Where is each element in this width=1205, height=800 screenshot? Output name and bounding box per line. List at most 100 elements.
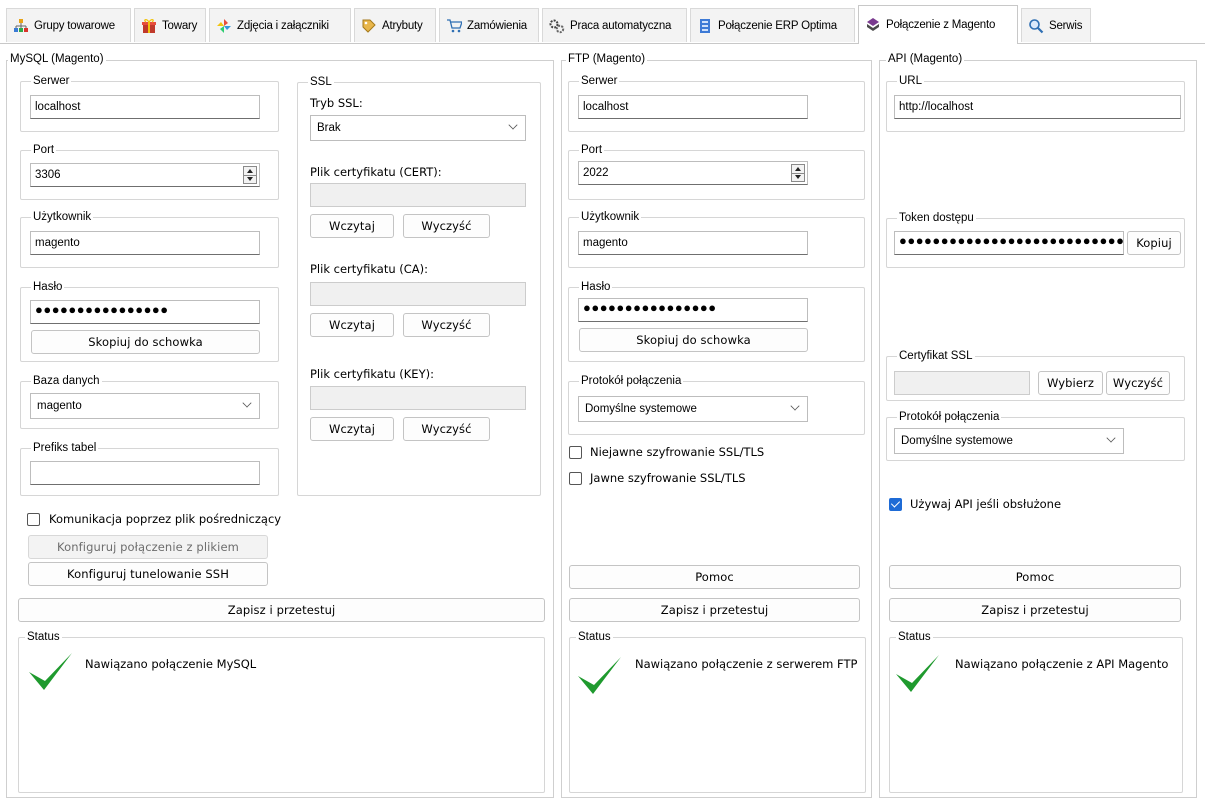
api-token-input[interactable]: ●●●●●●●●●●●●●●●●●●●●●●●●●●● <box>894 231 1124 255</box>
ssl-key-label: Plik certyfikatu (KEY): <box>310 367 434 381</box>
tab-polaczenie-magento[interactable]: Połączenie z Magento <box>858 5 1018 44</box>
select-value: Brak <box>317 122 341 134</box>
group-title: Status <box>576 630 613 644</box>
pinwheel-icon <box>216 18 232 34</box>
ssl-key-clear-button[interactable]: Wyczyść <box>403 417 490 441</box>
mysql-server-input[interactable]: localhost <box>30 95 260 119</box>
api-panel-title: API (Magento) <box>886 53 965 66</box>
select-value: magento <box>37 400 82 412</box>
ftp-explicit-ssl-checkbox[interactable] <box>569 472 582 485</box>
ftp-port-input[interactable]: 2022 <box>578 161 808 185</box>
success-checkmark-icon <box>578 657 621 694</box>
gears-icon <box>549 18 565 34</box>
tab-zdjecia[interactable]: Zdjęcia i załączniki <box>209 8 351 42</box>
success-checkmark-icon <box>29 653 72 690</box>
select-value: Domyślne systemowe <box>585 403 697 415</box>
ssl-ca-load-button[interactable]: Wczytaj <box>310 313 394 337</box>
api-save-test-button[interactable]: Zapisz i przetestuj <box>889 598 1181 622</box>
ftp-status-text: Nawiązano połączenie z serwerem FTP <box>635 657 858 671</box>
mysql-database-select[interactable]: magento <box>30 393 260 419</box>
group-title: Protokół połączenia <box>897 410 1002 424</box>
ssl-cert-load-button[interactable]: Wczytaj <box>310 214 394 238</box>
group-title: Użytkownik <box>579 210 642 224</box>
ftp-server-input[interactable]: localhost <box>578 95 808 119</box>
tab-serwis[interactable]: Serwis <box>1021 8 1091 42</box>
tab-atrybuty[interactable]: Atrybuty <box>354 8 436 42</box>
ftp-protocol-select[interactable]: Domyślne systemowe <box>578 396 808 422</box>
mysql-port-input[interactable]: 3306 <box>30 163 260 187</box>
group-title: URL <box>897 74 925 88</box>
mysql-user-input[interactable]: magento <box>30 231 260 255</box>
api-url-input[interactable]: http://localhost <box>894 95 1181 119</box>
tab-label: Serwis <box>1049 19 1083 32</box>
tab-label: Połączenie z Magento <box>886 19 996 31</box>
ssl-key-load-button[interactable]: Wczytaj <box>310 417 394 441</box>
configure-file-button[interactable]: Konfiguruj połączenie z plikiem <box>28 535 268 559</box>
api-cert-input <box>894 371 1030 395</box>
mysql-prefix-input[interactable] <box>30 461 260 485</box>
hierarchy-icon <box>13 18 29 34</box>
tab-label: Grupy towarowe <box>34 19 115 32</box>
group-title: Baza danych <box>31 374 102 388</box>
tab-praca-automatyczna[interactable]: Praca automatyczna <box>542 8 687 42</box>
port-spinner[interactable] <box>791 164 805 182</box>
chevron-down-icon <box>1106 433 1116 443</box>
api-cert-choose-button[interactable]: Wybierz <box>1038 371 1103 395</box>
ssl-ca-input <box>310 282 526 306</box>
tag-icon <box>361 18 377 34</box>
group-title: Prefiks tabel <box>31 441 99 455</box>
ssl-ca-clear-button[interactable]: Wyczyść <box>403 313 490 337</box>
ftp-implicit-ssl-checkbox[interactable] <box>569 446 582 459</box>
group-title: Status <box>25 630 62 644</box>
tab-label: Zdjęcia i załączniki <box>237 19 329 32</box>
ftp-copy-password-button[interactable]: Skopiuj do schowka <box>579 328 808 352</box>
tab-label: Praca automatyczna <box>570 19 672 32</box>
ftp-help-button[interactable]: Pomoc <box>569 565 860 589</box>
use-api-checkbox[interactable] <box>889 498 902 511</box>
mysql-save-test-button[interactable]: Zapisz i przetestuj <box>18 598 545 622</box>
tab-bar-underline <box>0 43 1205 44</box>
api-cert-clear-button[interactable]: Wyczyść <box>1106 371 1170 395</box>
mysql-status-text: Nawiązano połączenie MySQL <box>85 657 257 671</box>
api-protocol-select[interactable]: Domyślne systemowe <box>894 428 1124 454</box>
tab-label: Towary <box>162 19 198 32</box>
gift-box-icon <box>141 18 157 34</box>
tab-zamowienia[interactable]: Zamówienia <box>439 8 539 42</box>
mysql-copy-password-button[interactable]: Skopiuj do schowka <box>31 330 260 354</box>
group-title: Hasło <box>579 280 613 294</box>
file-comm-label: Komunikacja poprzez plik pośredniczący <box>49 512 282 526</box>
use-api-label: Używaj API jeśli obsłużone <box>910 497 1062 511</box>
port-value: 2022 <box>583 167 609 179</box>
tab-label: Zamówienia <box>467 19 527 32</box>
ssl-cert-clear-button[interactable]: Wyczyść <box>403 214 490 238</box>
tab-label: Atrybuty <box>382 19 423 32</box>
tab-bar: Grupy towarowe Towary Zdjęcia i załączni… <box>0 0 1205 44</box>
magnifier-icon <box>1028 18 1044 34</box>
tab-label: Połączenie ERP Optima <box>718 19 837 32</box>
ftp-save-test-button[interactable]: Zapisz i przetestuj <box>569 598 860 622</box>
tab-towary[interactable]: Towary <box>134 8 206 42</box>
success-checkmark-icon <box>896 655 939 692</box>
tab-polaczenie-erp[interactable]: Połączenie ERP Optima <box>690 8 855 42</box>
ssl-mode-label: Tryb SSL: <box>310 96 363 110</box>
api-help-button[interactable]: Pomoc <box>889 565 1181 589</box>
group-title: Serwer <box>579 74 620 88</box>
cart-icon <box>446 18 463 34</box>
magento-icon <box>865 17 881 33</box>
group-title: Token dostępu <box>897 211 976 225</box>
ssl-key-input <box>310 386 526 410</box>
mysql-password-input[interactable]: ●●●●●●●●●●●●●●●● <box>30 300 260 324</box>
database-icon <box>697 18 713 34</box>
tab-grupy-towarowe[interactable]: Grupy towarowe <box>6 8 131 42</box>
group-title: Port <box>31 143 57 157</box>
port-spinner[interactable] <box>243 166 257 184</box>
ssl-mode-select[interactable]: Brak <box>310 115 526 141</box>
configure-ssh-button[interactable]: Konfiguruj tunelowanie SSH <box>28 562 268 586</box>
api-copy-token-button[interactable]: Kopiuj <box>1127 231 1181 255</box>
file-comm-checkbox[interactable] <box>27 513 40 526</box>
ftp-user-input[interactable]: magento <box>578 231 808 255</box>
chevron-down-icon <box>508 120 518 130</box>
ftp-password-input[interactable]: ●●●●●●●●●●●●●●●● <box>578 298 808 322</box>
group-title: SSL <box>308 75 334 89</box>
ssl-cert-label: Plik certyfikatu (CERT): <box>310 165 442 179</box>
